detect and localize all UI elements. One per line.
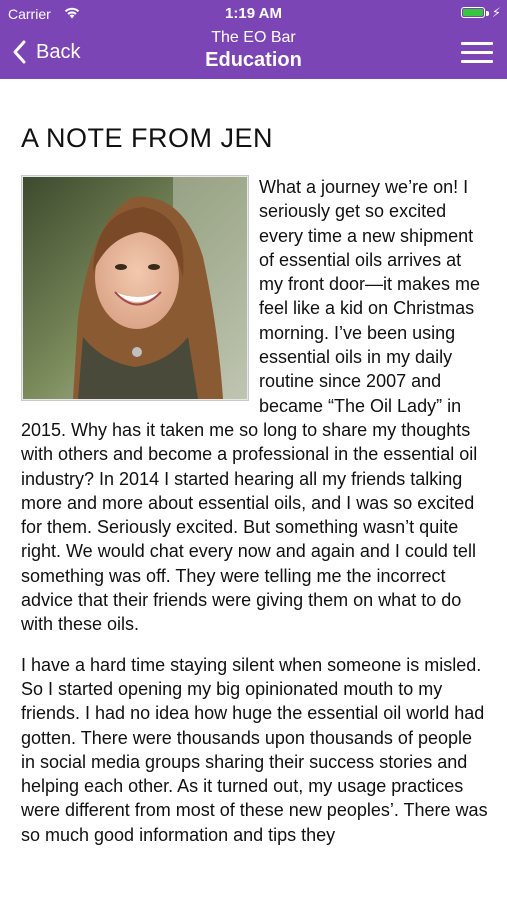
charging-bolt-icon: ⚡ <box>491 5 501 20</box>
article-content: A NOTE FROM JEN What a journey we’re on!… <box>21 79 489 847</box>
author-photo <box>21 175 249 401</box>
nav-subtitle: The EO Bar <box>211 29 296 46</box>
battery-tip <box>486 11 489 16</box>
article-heading: A NOTE FROM JEN <box>21 123 274 153</box>
status-bar: Carrier 1:19 AM ⚡ <box>0 0 507 28</box>
battery-icon <box>461 7 485 18</box>
nav-page-title: Education <box>205 49 302 72</box>
status-time: 1:19 AM <box>225 5 282 22</box>
nav-title: The EO Bar Education <box>0 29 507 72</box>
article-body: What a journey we’re on! I seriously get… <box>21 175 489 847</box>
hamburger-menu-icon[interactable] <box>461 42 493 64</box>
article-paragraph-2: I have a hard time staying silent when s… <box>21 654 488 845</box>
navigation-bar: Carrier 1:19 AM ⚡ Back The EO Bar Educat… <box>0 0 507 79</box>
